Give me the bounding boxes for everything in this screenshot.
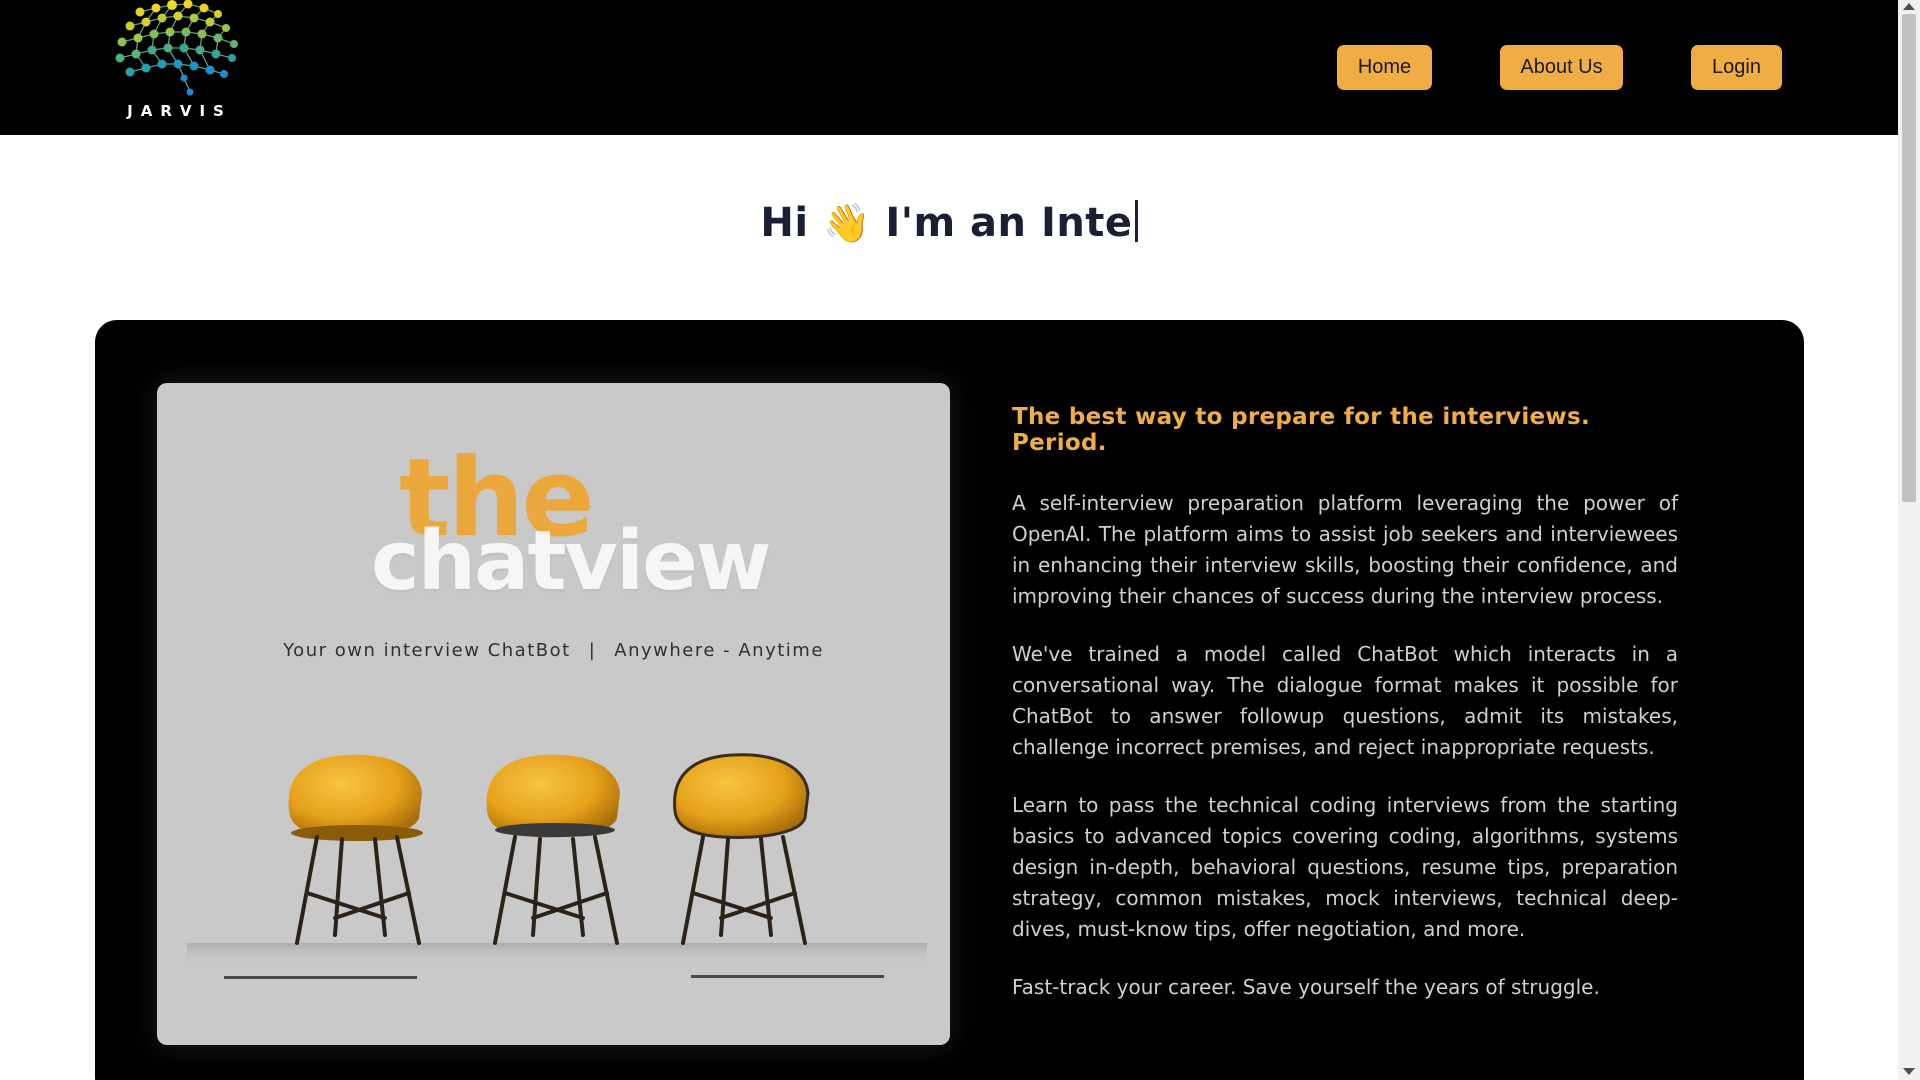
scroll-thumb[interactable] — [1902, 14, 1916, 502]
brand-chatview-text: chatview — [371, 514, 771, 609]
page-scrollbar[interactable] — [1898, 0, 1920, 1080]
typing-cursor — [1134, 200, 1138, 242]
tagline-right: Anywhere - Anytime — [614, 640, 824, 661]
banner-tagline: Your own interview ChatBot | Anywhere - An… — [157, 640, 950, 661]
chair-right — [673, 753, 810, 945]
scroll-up-arrow-icon[interactable] — [1903, 3, 1915, 10]
chair-middle — [486, 754, 620, 945]
intro-headline: The best way to prepare for the intervie… — [1012, 404, 1591, 456]
intro-text-column: The best way to prepare for the intervie… — [1012, 404, 1678, 1003]
brain-network-logo-icon — [115, 0, 238, 96]
intro-paragraph-2: We've trained a model called ChatBot whi… — [1012, 642, 1678, 759]
typing-heading: Hi 👋 I'm an Inte — [0, 200, 1898, 246]
chatview-banner-image: the chatview Your own interview ChatBot |… — [157, 383, 950, 1045]
decorative-line-right — [691, 975, 884, 978]
jarvis-logo[interactable]: JARVIS — [112, 0, 247, 128]
intro-paragraph-3: Learn to pass the technical coding inter… — [1012, 793, 1678, 941]
top-navbar: JARVIS Home About Us Login — [0, 0, 1898, 135]
nav-about-us-button[interactable]: About Us — [1500, 45, 1623, 90]
wave-hand-icon: 👋 — [823, 201, 871, 245]
typed-text: I'm an Inte — [885, 200, 1133, 246]
nav-home-button[interactable]: Home — [1337, 45, 1432, 90]
scroll-down-arrow-icon[interactable] — [1903, 1068, 1915, 1075]
logo-wordmark: JARVIS — [127, 102, 232, 120]
intro-paragraph-4: Fast-track your career. Save yourself th… — [1012, 975, 1600, 999]
decorative-line-left — [224, 976, 417, 979]
greeting-text: Hi — [760, 200, 809, 246]
tagline-separator: | — [588, 640, 597, 661]
nav-login-button[interactable]: Login — [1691, 45, 1782, 90]
tagline-left: Your own interview ChatBot — [283, 640, 571, 661]
chair-illustration — [187, 753, 927, 965]
chair-left — [288, 754, 423, 945]
intro-paragraph-1: A self-interview preparation platform le… — [1012, 491, 1678, 608]
intro-card: the chatview Your own interview ChatBot |… — [95, 320, 1804, 1080]
